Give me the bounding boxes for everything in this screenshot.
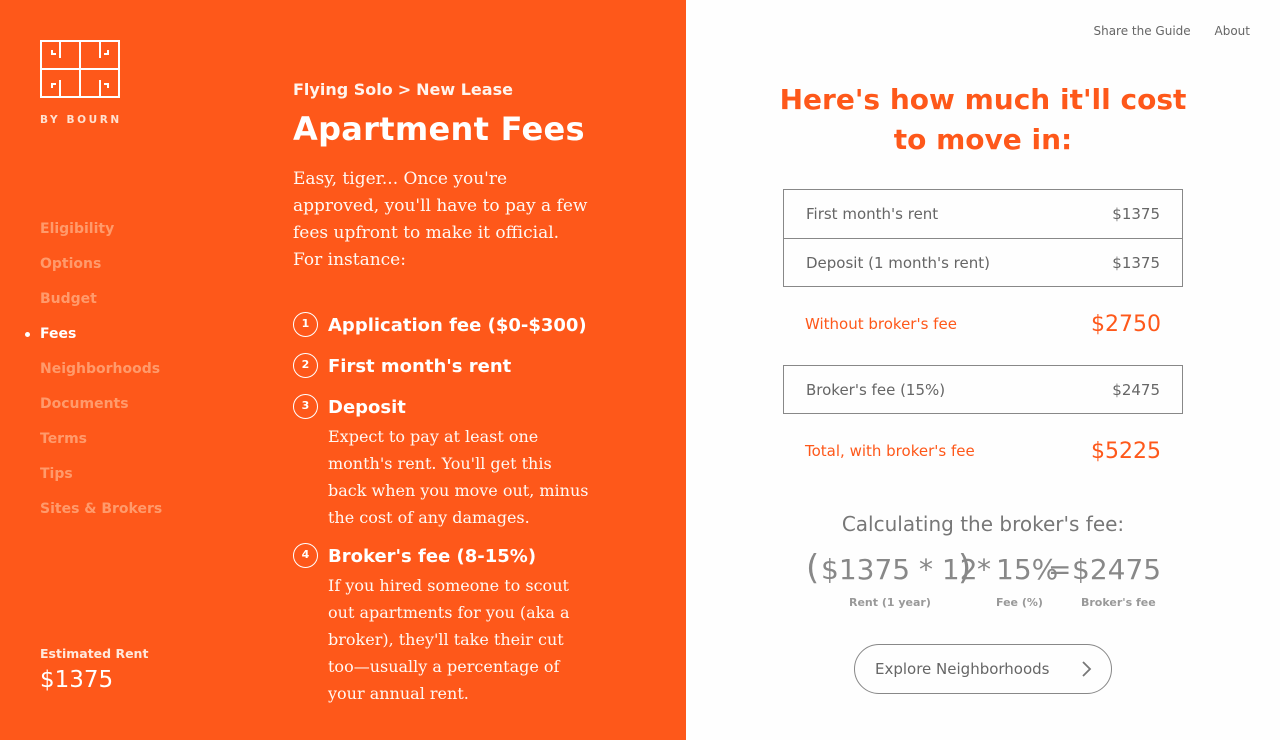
- cost-panel: Share the Guide About Here's how much it…: [686, 0, 1280, 740]
- nav-item-sites-brokers[interactable]: Sites & Brokers: [40, 498, 162, 533]
- cost-row-without-broker: Without broker's fee $2750: [783, 304, 1183, 344]
- fee-title: First month's rent: [328, 356, 512, 377]
- formula-close-paren: ): [958, 548, 972, 588]
- left-panel: BY BOURN Eligibility Options Budget Fees…: [0, 0, 686, 740]
- estimated-rent-value: $1375: [40, 667, 114, 693]
- estimated-rent-label: Estimated Rent: [40, 646, 149, 661]
- fee-title: Application fee ($0-$300): [328, 315, 587, 336]
- formula-result: $2475: [1072, 553, 1162, 586]
- nav-item-eligibility[interactable]: Eligibility: [40, 218, 162, 253]
- cost-label: First month's rent: [806, 205, 939, 223]
- cost-amount: $1375: [1112, 253, 1160, 272]
- cost-row-deposit: Deposit (1 month's rent) $1375: [783, 238, 1183, 287]
- logo-text: BY BOURN: [40, 114, 122, 126]
- fee-description: Expect to pay at least one month's rent.…: [328, 427, 589, 527]
- fee-item: 3 Deposit Expect to pay at least one mon…: [293, 393, 623, 531]
- formula-equals: =: [1048, 553, 1072, 586]
- about-link[interactable]: About: [1215, 24, 1250, 38]
- cost-row-first-month: First month's rent $1375: [783, 189, 1183, 238]
- fee-number-badge: 4: [293, 543, 318, 568]
- fee-title: Broker's fee (8-15%): [328, 546, 537, 567]
- calc-label: Calculating the broker's fee:: [841, 512, 1125, 536]
- fee-number-badge: 2: [293, 353, 318, 378]
- cost-amount: $1375: [1112, 205, 1160, 223]
- breadcrumb: Flying Solo > New Lease: [293, 80, 623, 102]
- fee-item: 4 Broker's fee (8-15%) If you hired some…: [293, 542, 623, 707]
- nav-item-neighborhoods[interactable]: Neighborhoods: [40, 358, 162, 393]
- cost-row-total: Total, with broker's fee $5225: [783, 431, 1183, 471]
- fee-description: If you hired someone to scout out apartm…: [328, 576, 570, 703]
- fee-item: 2 First month's rent: [293, 352, 623, 382]
- cost-amount: $2750: [1091, 311, 1161, 337]
- formula-caption-result: Broker's fee: [1081, 596, 1156, 609]
- formula-times: *: [977, 553, 991, 586]
- logo[interactable]: BY BOURN: [40, 40, 120, 126]
- formula-caption-fee: Fee (%): [996, 596, 1043, 609]
- cost-label: Broker's fee (15%): [806, 380, 946, 399]
- cost-heading: Here's how much it'll cost to move in:: [686, 80, 1280, 160]
- nav-item-options[interactable]: Options: [40, 253, 162, 288]
- nav-item-terms[interactable]: Terms: [40, 428, 162, 463]
- nav-item-documents[interactable]: Documents: [40, 393, 162, 428]
- fee-title: Deposit: [328, 397, 406, 418]
- fee-item: 1 Application fee ($0-$300): [293, 311, 623, 341]
- section-nav: Eligibility Options Budget Fees Neighbor…: [24, 218, 162, 533]
- breadcrumb-part-1[interactable]: Flying Solo: [293, 80, 393, 99]
- breadcrumb-part-2[interactable]: New Lease: [416, 80, 513, 99]
- formula-open-paren: (: [806, 548, 820, 588]
- cost-row-broker-fee: Broker's fee (15%) $2475: [783, 365, 1183, 414]
- fee-number-badge: 3: [293, 394, 318, 419]
- fee-list: 1 Application fee ($0-$300) 2 First mont…: [293, 311, 623, 707]
- explore-neighborhoods-button[interactable]: Explore Neighborhoods: [854, 644, 1112, 694]
- logo-mark-icon: [40, 40, 120, 98]
- cost-label: Without broker's fee: [805, 315, 957, 333]
- intro-text: Easy, tiger... Once you're approved, you…: [293, 169, 588, 270]
- cost-label: Total, with broker's fee: [805, 442, 975, 460]
- formula-rent-expression: $1375 * 12: [821, 553, 978, 586]
- cost-amount: $2475: [1112, 380, 1160, 399]
- cost-amount: $5225: [1091, 438, 1161, 464]
- estimated-rent: Estimated Rent $1375: [40, 646, 148, 693]
- cost-heading-line-1: Here's how much it'll cost: [779, 83, 1187, 116]
- page-title: Apartment Fees: [293, 110, 585, 148]
- chevron-right-icon: [1082, 661, 1092, 677]
- explore-neighborhoods-label: Explore Neighborhoods: [875, 660, 1050, 678]
- fees-content: Flying Solo > New Lease Apartment Fees Eas…: [293, 80, 623, 718]
- nav-item-tips[interactable]: Tips: [40, 463, 162, 498]
- top-nav: Share the Guide About: [1073, 24, 1250, 38]
- share-guide-link[interactable]: Share the Guide: [1093, 24, 1190, 38]
- fee-number-badge: 1: [293, 312, 318, 337]
- nav-item-budget[interactable]: Budget: [40, 288, 162, 323]
- cost-heading-line-2: to move in:: [893, 123, 1073, 156]
- formula-caption-rent: Rent (1 year): [849, 596, 931, 609]
- nav-item-fees[interactable]: Fees: [24, 323, 162, 358]
- cost-label: Deposit (1 month's rent): [806, 253, 990, 272]
- breadcrumb-separator: >: [397, 80, 412, 99]
